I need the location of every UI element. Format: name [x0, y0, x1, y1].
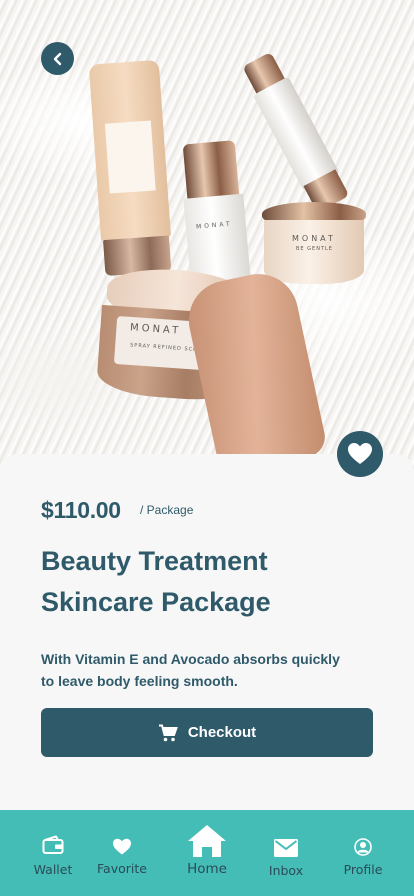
cart-icon [158, 724, 178, 741]
product-description: With Vitamin E and Avocado absorbs quick… [41, 651, 340, 689]
checkout-button[interactable]: Checkout [41, 708, 373, 757]
home-icon [188, 825, 226, 857]
nav-label-profile: Profile [343, 862, 383, 877]
heart-icon [113, 838, 131, 855]
heart-icon [348, 443, 372, 464]
product-title: Beauty Treatment Skincare Package [41, 546, 271, 617]
wallet-icon [42, 835, 64, 854]
back-button[interactable] [41, 42, 74, 75]
small-jar-label: BE GENTLE [296, 246, 333, 252]
nav-label-favorite: Favorite [97, 861, 147, 876]
cleanser-tube [85, 59, 177, 277]
mail-icon [274, 839, 298, 857]
favorite-button[interactable] [337, 431, 383, 477]
nav-item-profile[interactable]: Profile [342, 810, 384, 896]
nav-label-inbox: Inbox [268, 863, 304, 878]
bottom-navigation: Wallet Favorite Home Inbox Profile [0, 810, 414, 896]
chevron-left-icon [53, 52, 61, 65]
small-cream-jar [262, 202, 366, 286]
checkout-label: Checkout [187, 724, 257, 741]
nav-item-wallet[interactable]: Wallet [28, 810, 78, 896]
price-unit: / Package [140, 503, 194, 517]
nav-item-home[interactable]: Home [184, 810, 230, 896]
product-price: $110.00 [41, 497, 121, 523]
small-jar-brand: MONAT [292, 234, 336, 243]
hand [181, 266, 329, 470]
nav-label-home: Home [187, 861, 227, 877]
nav-item-inbox[interactable]: Inbox [264, 810, 308, 896]
user-icon [354, 838, 372, 856]
nav-label-wallet: Wallet [33, 862, 73, 877]
serum-pen [235, 48, 352, 213]
nav-item-favorite[interactable]: Favorite [94, 810, 150, 896]
